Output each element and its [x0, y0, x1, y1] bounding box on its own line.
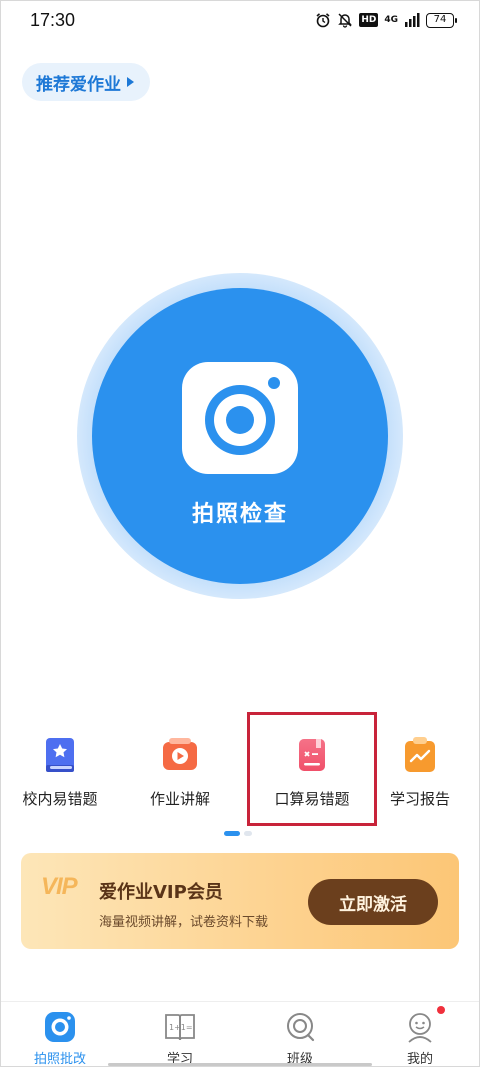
book-star-icon [46, 738, 74, 772]
feature-study-report[interactable]: 学习报告 [365, 730, 475, 809]
signal-icon [405, 13, 420, 27]
nav-class[interactable]: 班级 [255, 1010, 345, 1067]
feature-label: 学习报告 [389, 790, 450, 808]
feature-homework-explain[interactable]: 作业讲解 [125, 730, 235, 809]
nav-label: 我的 [406, 1052, 433, 1067]
vip-banner[interactable]: VIP 爱作业VIP会员 海量视频讲解，试卷资料下载 立即激活 [21, 853, 459, 949]
vip-title: 爱作业VIP会员 [99, 882, 223, 903]
svg-text:1+1=: 1+1= [169, 1023, 193, 1032]
nav-label: 拍照批改 [33, 1052, 86, 1067]
feature-row: 校内易错题 作业讲解 口算易错题 学习报告 [0, 730, 480, 820]
network-type: 4G [384, 15, 398, 25]
page-dot [244, 831, 252, 836]
alarm-icon [316, 13, 330, 28]
bell-off-icon [338, 13, 353, 28]
recommend-label: 推荐爱作业 [36, 74, 121, 95]
feature-label: 校内易错题 [22, 790, 98, 808]
calculator-book-icon [299, 739, 325, 771]
camera-icon [182, 362, 298, 474]
feature-oral-math-mistakes[interactable]: 口算易错题 [257, 730, 367, 809]
profile-icon [408, 1013, 432, 1043]
battery-icon: 74 [426, 12, 457, 28]
feature-label: 作业讲解 [149, 790, 210, 808]
class-icon [287, 1013, 315, 1042]
nav-mine[interactable]: 我的 [375, 1010, 465, 1067]
status-bar: 17:30 HD 4G 74 [0, 0, 480, 42]
camera-check-icon [45, 1012, 75, 1042]
feature-school-mistakes[interactable]: 校内易错题 [5, 730, 115, 809]
feature-label: 口算易错题 [274, 790, 350, 808]
activate-button[interactable]: 立即激活 [308, 879, 438, 925]
video-play-icon [163, 738, 197, 770]
photo-check-label: 拍照检查 [191, 502, 288, 527]
vip-subtitle: 海量视频讲解，试卷资料下载 [99, 915, 269, 930]
report-chart-icon [405, 737, 435, 772]
photo-check-button[interactable]: 拍照检查 [92, 288, 388, 584]
recommend-button[interactable]: 推荐爱作业 [22, 63, 150, 101]
status-icons: HD 4G 74 [315, 12, 457, 28]
nav-study[interactable]: 1+1= 学习 [135, 1010, 225, 1067]
notification-dot [437, 1006, 445, 1014]
bottom-nav: 拍照批改 1+1= 学习 班级 我的 [0, 1001, 480, 1067]
vip-logo: VIP [41, 873, 78, 900]
home-indicator[interactable] [108, 1063, 372, 1066]
nav-photo-correct[interactable]: 拍照批改 [15, 1010, 105, 1067]
status-time: 17:30 [30, 10, 76, 30]
page-indicator [224, 831, 256, 836]
page-dot-active [224, 831, 240, 836]
hd-icon: HD [359, 13, 379, 27]
play-arrow-icon [127, 77, 134, 87]
book-math-icon: 1+1= [165, 1014, 195, 1041]
